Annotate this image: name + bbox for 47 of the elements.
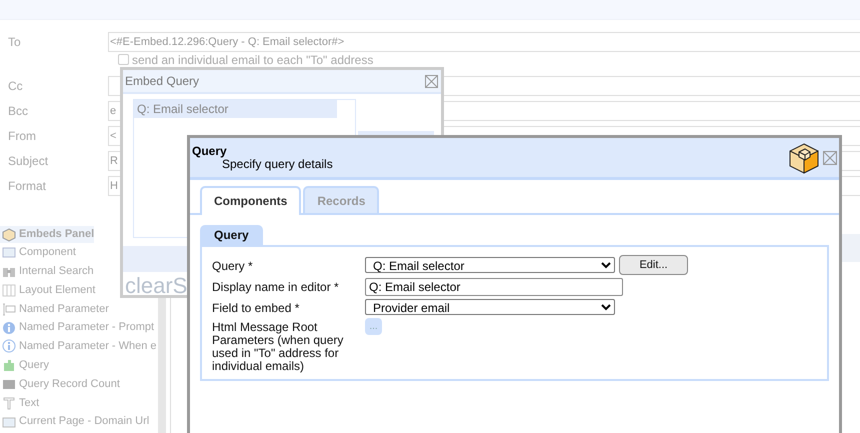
dialog-subtitle: Specify query details (222, 158, 334, 170)
field-label: From (7, 128, 37, 144)
field-label: Field to embed * (212, 300, 300, 315)
panel-item[interactable]: Query Record Count (0, 374, 120, 394)
field-label: Bcc (7, 102, 30, 120)
field-label: Html Message Root Parameters (when query used in "To" address for individual emails) (212, 319, 344, 373)
panel-item[interactable]: Named Parameter (0, 299, 109, 318)
parameter-icon (2, 302, 16, 316)
close-icon[interactable] (425, 74, 438, 88)
panel-item[interactable]: Layout Element (0, 280, 96, 300)
info-icon (2, 320, 16, 335)
dropdown[interactable]: Q: Email selector (365, 257, 615, 273)
dialog-title: Embed Query (125, 73, 200, 90)
columns-icon (2, 282, 16, 297)
panel-item[interactable]: Named Parameter - When e (0, 336, 157, 356)
tab[interactable]: Records (303, 186, 380, 213)
footer-text: clearS (125, 272, 188, 300)
checkbox[interactable] (118, 54, 129, 65)
checkbox-label: send an individual email to each "To" address (132, 54, 374, 67)
panel-title: Embeds Panel (19, 227, 94, 242)
dropdown[interactable]: Provider email (365, 299, 615, 315)
panel-item[interactable]: Named Parameter - Prompt (0, 318, 154, 337)
panel-item[interactable]: Current Page - Domain Url (0, 412, 150, 431)
text-field[interactable]: <#E-Embed.12.296:Query - Q: Email selector#> (108, 32, 860, 52)
dialog-title: Query (192, 144, 228, 158)
panel-item[interactable]: Query (0, 356, 49, 375)
panel-item[interactable]: Internal Search (0, 262, 94, 281)
component-icon (2, 245, 16, 260)
page-icon (2, 414, 16, 429)
field-label: Query * (212, 258, 254, 273)
puzzle-icon (2, 358, 16, 372)
field-label: Display name in editor * (212, 279, 340, 294)
field-label: Cc (7, 78, 24, 94)
field-label: To (7, 34, 22, 50)
cube-icon (2, 228, 16, 242)
field-label: Format (7, 178, 48, 194)
close-icon[interactable] (823, 150, 837, 164)
field-label: Subject (7, 152, 50, 170)
panel-item[interactable]: Component (0, 243, 76, 262)
tab[interactable]: Components (200, 186, 302, 215)
text-field[interactable]: Q: Email selector (365, 278, 623, 296)
text-icon (2, 396, 16, 410)
edit-button[interactable]: Edit... (619, 255, 688, 275)
info-icon (2, 339, 16, 354)
cube-icon (788, 142, 820, 174)
panel-item[interactable]: Text (0, 393, 40, 412)
list-item[interactable]: Q: Email selector (134, 100, 337, 118)
